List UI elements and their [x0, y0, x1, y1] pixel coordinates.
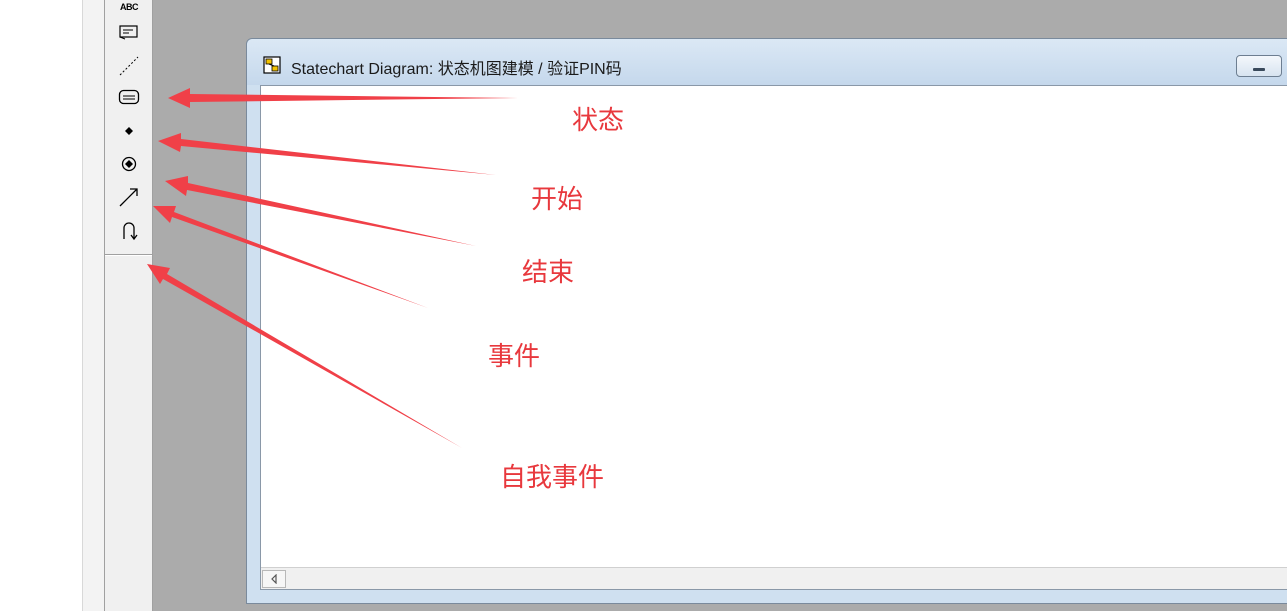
- self-transition-tool-button[interactable]: [115, 216, 143, 244]
- text-tool-label: ABC: [120, 2, 139, 12]
- annotation-event: 事件: [488, 342, 541, 372]
- note-tool-button[interactable]: [115, 18, 143, 46]
- state-tool-button[interactable]: [115, 83, 143, 111]
- dashed-line-icon: [119, 56, 139, 76]
- minimize-icon: [1253, 67, 1265, 71]
- left-panel-edge: [82, 0, 105, 611]
- text-tool-button[interactable]: ABC: [115, 0, 143, 16]
- scroll-left-arrow-icon: [271, 574, 277, 584]
- diagram-icon: [263, 56, 281, 74]
- annotation-self-event: 自我事件: [500, 463, 605, 493]
- left-margin: [0, 0, 82, 611]
- scroll-left-button[interactable]: [262, 570, 286, 588]
- start-state-tool-button[interactable]: [115, 117, 143, 145]
- window-title: Statechart Diagram: 状态机图建模 / 验证PIN码: [291, 61, 622, 78]
- start-state-icon: [125, 127, 133, 135]
- minimize-button[interactable]: [1236, 55, 1282, 77]
- arrow-icon: [119, 188, 138, 207]
- self-transition-icon: [123, 222, 138, 241]
- end-state-tool-button[interactable]: [115, 150, 143, 178]
- note-icon: [119, 25, 138, 40]
- diagram-canvas[interactable]: [260, 85, 1287, 590]
- diagram-toolbox: ABC: [104, 0, 153, 611]
- end-state-icon: [121, 156, 137, 172]
- anchor-note-tool-button[interactable]: [115, 52, 143, 80]
- statechart-window: Statechart Diagram: 状态机图建模 / 验证PIN码: [246, 38, 1287, 604]
- annotation-state: 状态: [572, 106, 625, 136]
- toolbar-separator-highlight: [105, 255, 152, 256]
- window-titlebar[interactable]: Statechart Diagram: 状态机图建模 / 验证PIN码: [247, 39, 1287, 85]
- transition-tool-button[interactable]: [115, 183, 143, 211]
- annotation-start: 开始: [531, 185, 584, 215]
- state-icon: [118, 89, 140, 105]
- annotation-end: 结束: [522, 258, 575, 288]
- horizontal-scrollbar[interactable]: [261, 567, 1287, 589]
